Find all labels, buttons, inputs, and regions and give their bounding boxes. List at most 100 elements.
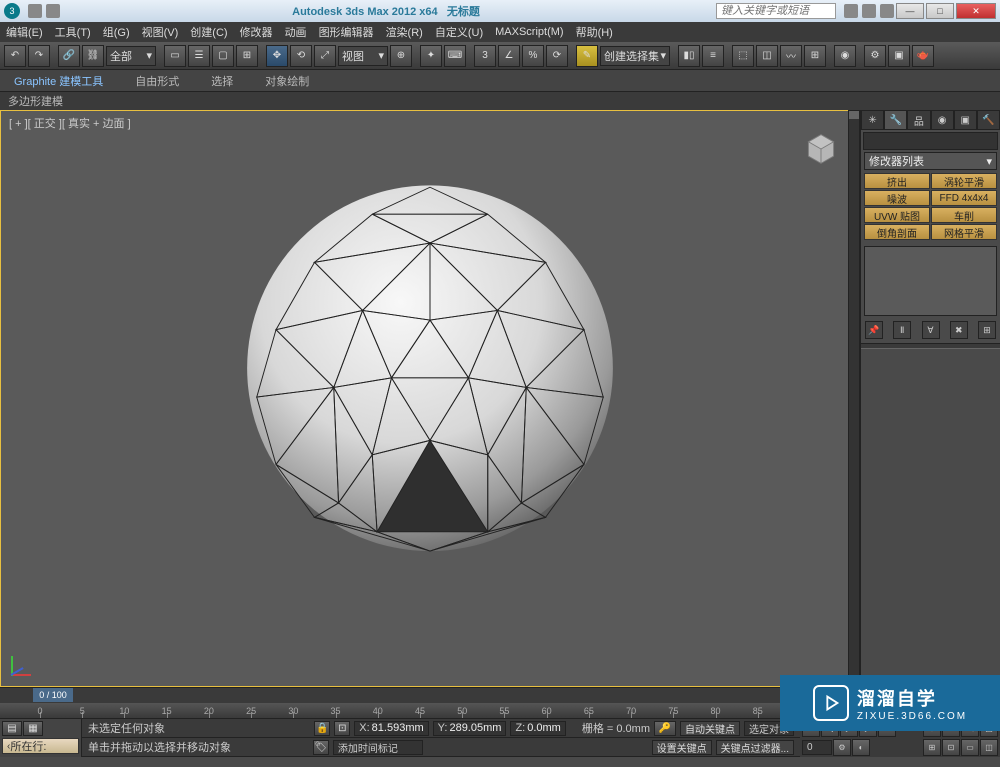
angle-snap-icon[interactable]: ∠ [498,45,520,67]
menu-customize[interactable]: 自定义(U) [435,24,483,40]
menu-edit[interactable]: 编辑(E) [6,24,43,40]
schematic-icon[interactable]: ⊞ [804,45,826,67]
modbtn-turbosmooth[interactable]: 涡轮平滑 [931,173,997,189]
infocenter-icon[interactable] [844,4,858,18]
curve-editor-icon[interactable]: 〰 [780,45,802,67]
ribbon-panel-label[interactable]: 多边形建模 [0,92,1000,110]
keyboard-shortcut-icon[interactable]: ⌨ [444,45,466,67]
select-rotate-icon[interactable]: ⟲ [290,45,312,67]
maxscript-mini-icon[interactable]: ▤ [2,721,22,736]
menu-help[interactable]: 帮助(H) [576,24,613,40]
favorites-icon[interactable] [862,4,876,18]
align-icon[interactable]: ≡ [702,45,724,67]
modbtn-bevelprofile[interactable]: 倒角剖面 [864,224,930,240]
time-config-icon[interactable]: ⚙ [833,739,851,756]
time-tag-icon[interactable]: 🏷 [313,740,329,755]
quick-access-redo-icon[interactable] [46,4,60,18]
material-editor-icon[interactable]: ◉ [834,45,856,67]
y-coord-input[interactable]: Y:289.05mm [433,721,507,736]
menu-animation[interactable]: 动画 [285,24,307,40]
modbtn-uvw[interactable]: UVW 贴图 [864,207,930,223]
link-icon[interactable]: 🔗 [58,45,80,67]
menu-create[interactable]: 创建(C) [190,24,227,40]
percent-snap-icon[interactable]: % [522,45,544,67]
key-lock-icon[interactable]: 🔑 [654,721,676,736]
x-coord-input[interactable]: X:81.593mm [354,721,428,736]
menu-modifiers[interactable]: 修改器 [240,24,273,40]
rendered-frame-icon[interactable]: ▣ [888,45,910,67]
viewport-scrollbar[interactable] [848,110,860,687]
viewport-label[interactable]: [ + ][ 正交 ][ 真实 + 边面 ] [9,115,131,131]
render-production-icon[interactable]: 🫖 [912,45,934,67]
graphite-icon[interactable]: ◫ [756,45,778,67]
motion-tab-icon[interactable]: ◉ [931,110,954,130]
select-icon[interactable]: ▭ [164,45,186,67]
ribbon-tab-objectpaint[interactable]: 对象绘制 [259,71,315,91]
render-setup-icon[interactable]: ⚙ [864,45,886,67]
viewport[interactable]: [ + ][ 正交 ][ 真实 + 边面 ] [0,110,860,687]
key-mode-icon[interactable]: ◐ [852,739,870,756]
maximize-button[interactable]: □ [926,3,954,19]
help-icon[interactable] [880,4,894,18]
listener-icon[interactable]: ▦ [23,721,43,736]
viewnav-zoomall-icon[interactable]: ⊞ [923,739,941,756]
geosphere-object[interactable] [238,175,623,560]
manipulate-icon[interactable]: ✦ [420,45,442,67]
modifier-list-dropdown[interactable]: 修改器列表▾ [864,152,997,170]
current-frame-input[interactable]: 0 [802,740,832,755]
unlink-icon[interactable]: ⛓ [82,45,104,67]
keyfilter-button[interactable]: 关键点过滤器... [716,740,794,755]
undo-icon[interactable]: ↶ [4,45,26,67]
add-time-tag-dropdown[interactable]: 添加时间标记 [333,740,423,755]
select-move-icon[interactable]: ✥ [266,45,288,67]
select-scale-icon[interactable]: ⤢ [314,45,336,67]
select-by-name-icon[interactable]: ☰ [188,45,210,67]
spinner-snap-icon[interactable]: ⟳ [546,45,568,67]
modbtn-lathe[interactable]: 车削 [931,207,997,223]
menu-view[interactable]: 视图(V) [142,24,179,40]
hierarchy-tab-icon[interactable]: 品 [907,110,930,130]
make-unique-icon[interactable]: ∀ [922,321,940,339]
menu-tools[interactable]: 工具(T) [55,24,91,40]
lock-selection-icon[interactable]: 🔒 [314,721,330,736]
close-button[interactable]: ✕ [956,3,996,19]
pin-stack-icon[interactable]: 📌 [865,321,883,339]
snap-toggle-icon[interactable]: 3 [474,45,496,67]
viewcube-icon[interactable] [803,131,839,167]
isolate-icon[interactable]: ⊡ [334,721,350,736]
modify-tab-icon[interactable]: 🔧 [884,110,907,130]
redo-icon[interactable]: ↷ [28,45,50,67]
setkey-button[interactable]: 设置关键点 [652,740,712,755]
script-line-indicator[interactable]: ‹ 所在行: [2,738,79,754]
modifier-stack[interactable] [864,246,997,316]
viewnav-maximize-icon[interactable]: ◫ [980,739,998,756]
menu-render[interactable]: 渲染(R) [386,24,423,40]
z-coord-input[interactable]: Z:0.0mm [510,721,565,736]
display-tab-icon[interactable]: ▣ [954,110,977,130]
utilities-tab-icon[interactable]: 🔨 [977,110,1000,130]
layer-manager-icon[interactable]: ⬚ [732,45,754,67]
show-end-result-icon[interactable]: Ⅱ [893,321,911,339]
viewnav-zoomext-icon[interactable]: ⊡ [942,739,960,756]
select-region-icon[interactable]: ▢ [212,45,234,67]
configure-sets-icon[interactable]: ⊞ [978,321,996,339]
modbtn-ffd[interactable]: FFD 4x4x4 [931,190,997,206]
ribbon-tab-freeform[interactable]: 自由形式 [129,71,185,91]
ref-coord-dropdown[interactable]: 视图▾ [338,46,388,66]
named-selection-dropdown[interactable]: 创建选择集▾ [600,46,670,66]
create-tab-icon[interactable]: ✳ [861,110,884,130]
autokey-button[interactable]: 自动关键点 [680,721,740,736]
quick-access-undo-icon[interactable] [28,4,42,18]
help-search-input[interactable] [716,3,836,19]
rollout-divider[interactable] [861,343,1000,349]
remove-modifier-icon[interactable]: ✖ [950,321,968,339]
minimize-button[interactable]: — [896,3,924,19]
menu-maxscript[interactable]: MAXScript(M) [495,26,563,38]
mirror-icon[interactable]: ▮▯ [678,45,700,67]
pivot-icon[interactable]: ⊕ [390,45,412,67]
app-logo-icon[interactable]: 3 [4,3,20,19]
modbtn-extrude[interactable]: 挤出 [864,173,930,189]
selection-filter-dropdown[interactable]: 全部▾ [106,46,156,66]
edit-named-sel-icon[interactable]: ✎ [576,45,598,67]
modbtn-noise[interactable]: 噪波 [864,190,930,206]
